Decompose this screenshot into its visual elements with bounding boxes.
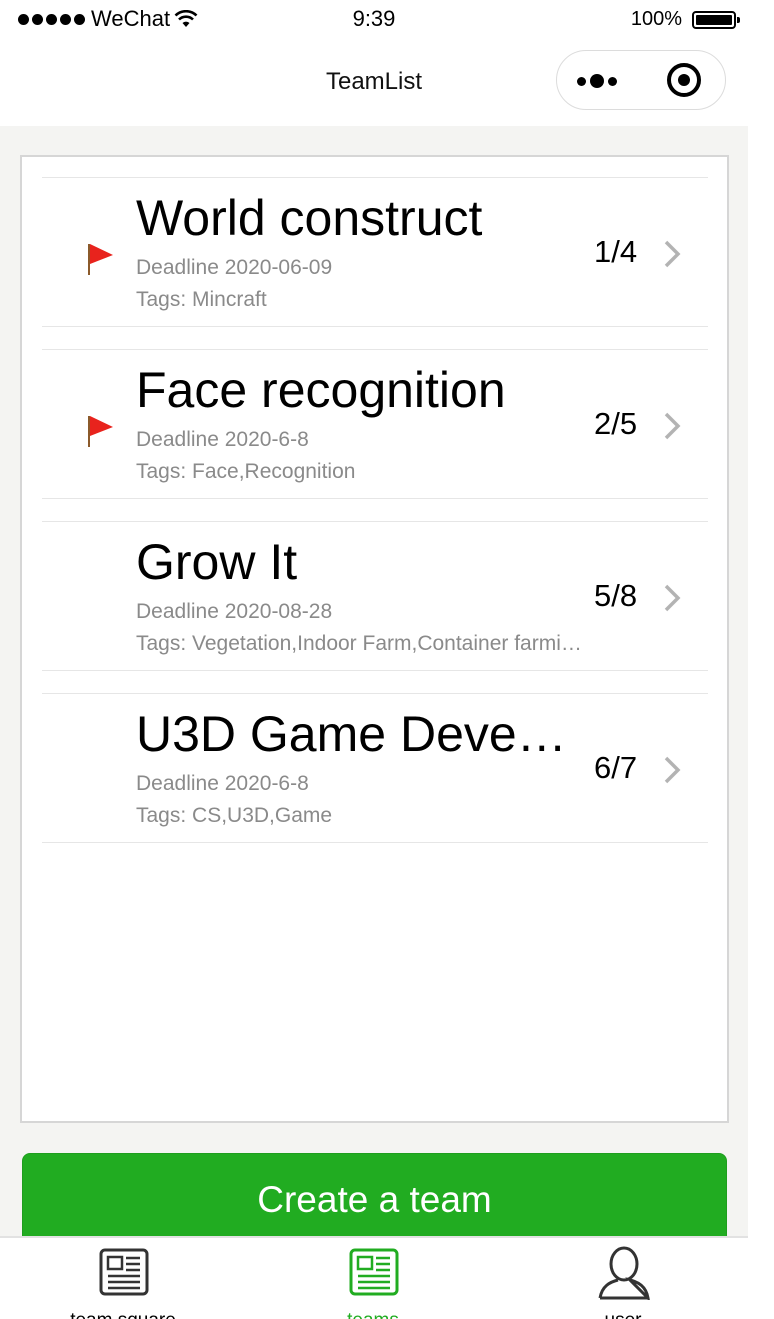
status-bar-right: 100% <box>630 8 740 31</box>
battery-percent: 100% <box>630 8 682 30</box>
chevron-right-icon <box>664 584 681 612</box>
flag-icon <box>88 244 113 275</box>
member-count: 2/5 <box>594 406 638 441</box>
window-edge <box>748 0 774 1319</box>
team-tags: Tags: Vegetation,Indoor Farm,Container f… <box>136 632 582 655</box>
tab-label: user <box>523 1310 723 1319</box>
team-name: Grow It <box>136 534 298 590</box>
menu-capsule <box>556 50 726 110</box>
phone-screen: WeChat 9:39 100% TeamList World construc… <box>0 0 748 1319</box>
create-team-button[interactable]: Create a team <box>22 1153 727 1249</box>
tab-bar: team square teams user <box>0 1236 748 1319</box>
navigation-bar: TeamList <box>0 40 748 126</box>
team-tags: Tags: Face,Recognition <box>136 460 356 483</box>
team-item[interactable]: Face recognition Deadline 2020-6-8 Tags:… <box>42 349 708 499</box>
flag-icon <box>88 416 113 447</box>
chevron-right-icon <box>664 240 681 268</box>
tab-teams[interactable]: teams <box>273 1244 473 1319</box>
team-name: Face recognition <box>136 362 506 418</box>
status-bar: WeChat 9:39 100% <box>0 0 748 40</box>
tab-label: teams <box>273 1310 473 1319</box>
team-tags: Tags: Mincraft <box>136 288 267 311</box>
team-deadline: Deadline 2020-6-8 <box>136 428 309 451</box>
tab-label: team square <box>23 1310 223 1319</box>
member-count: 6/7 <box>594 750 638 785</box>
team-item[interactable]: Grow It Deadline 2020-08-28 Tags: Vegeta… <box>42 521 708 671</box>
member-count: 1/4 <box>594 234 638 269</box>
team-name: U3D Game Development <box>136 706 576 762</box>
more-options-icon[interactable] <box>577 71 627 91</box>
tab-user[interactable]: user <box>523 1244 723 1319</box>
team-deadline: Deadline 2020-6-8 <box>136 772 309 795</box>
battery-icon <box>692 10 740 29</box>
member-count: 5/8 <box>594 578 638 613</box>
newspaper-icon <box>99 1248 149 1296</box>
team-item[interactable]: World construct Deadline 2020-06-09 Tags… <box>42 177 708 327</box>
team-deadline: Deadline 2020-06-09 <box>136 256 333 279</box>
team-list: World construct Deadline 2020-06-09 Tags… <box>20 155 729 1123</box>
user-icon <box>598 1246 650 1300</box>
chevron-right-icon <box>664 412 681 440</box>
team-name: World construct <box>136 190 483 246</box>
team-item[interactable]: U3D Game Development Deadline 2020-6-8 T… <box>42 693 708 843</box>
tab-team-square[interactable]: team square <box>23 1244 223 1319</box>
chevron-right-icon <box>664 756 681 784</box>
newspaper-icon <box>349 1248 399 1296</box>
close-miniprogram-icon[interactable] <box>667 63 701 97</box>
team-deadline: Deadline 2020-08-28 <box>136 600 333 623</box>
team-tags: Tags: CS,U3D,Game <box>136 804 333 827</box>
